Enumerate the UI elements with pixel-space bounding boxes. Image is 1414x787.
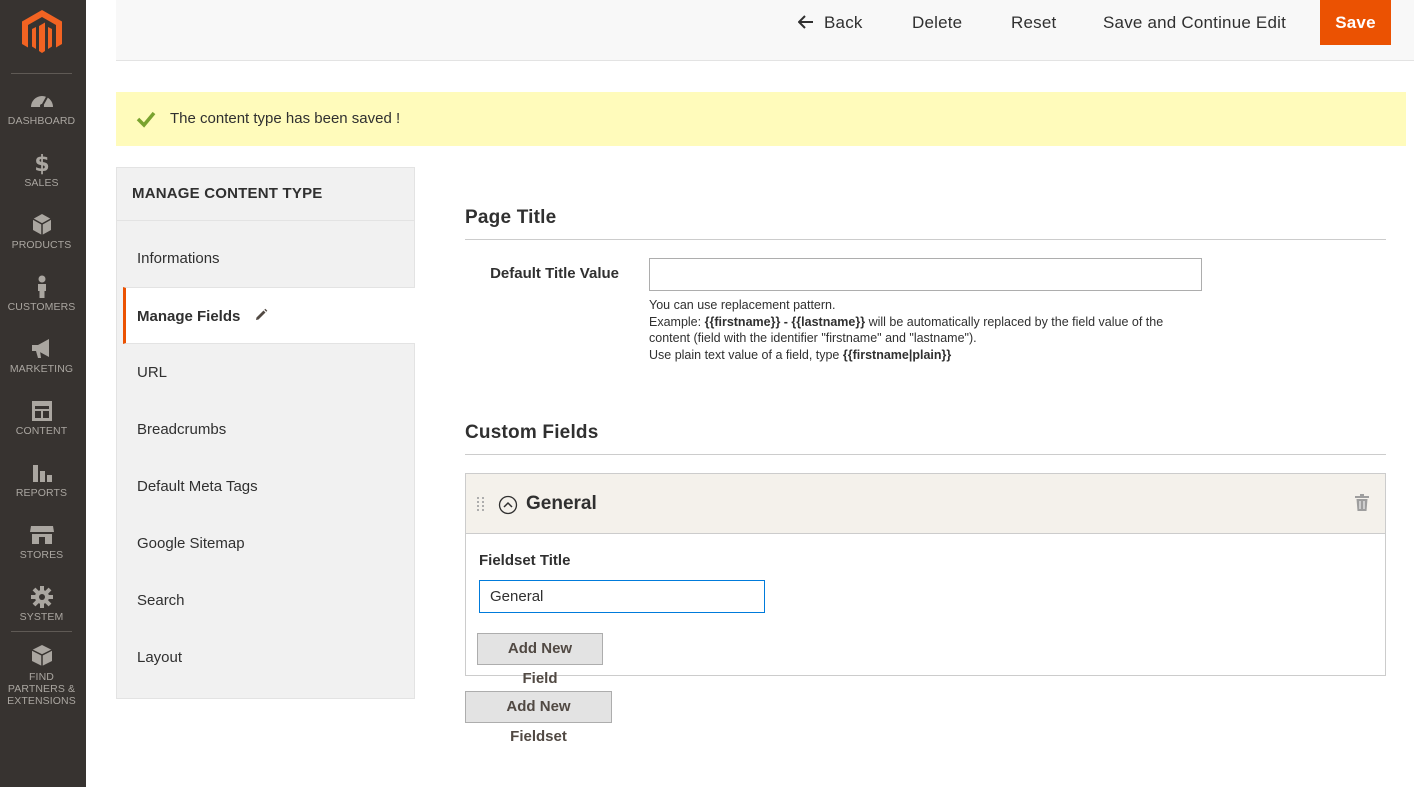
add-new-fieldset-button[interactable]: Add New Fieldset xyxy=(465,691,612,745)
tab-search[interactable]: Search xyxy=(117,572,414,629)
arrow-left-icon xyxy=(798,15,813,29)
storefront-icon xyxy=(29,526,54,544)
dashboard-icon xyxy=(30,96,53,108)
menu-label: CONTENT xyxy=(15,425,68,437)
menu-item-sales[interactable]: $ SALES xyxy=(0,150,83,189)
checkmark-icon xyxy=(136,111,156,128)
tab-breadcrumbs[interactable]: Breadcrumbs xyxy=(117,401,414,458)
tab-google-sitemap[interactable]: Google Sitemap xyxy=(117,515,414,572)
svg-text:$: $ xyxy=(34,152,49,176)
admin-menu: DASHBOARD $ SALES PRODUCTS CUSTOMERS MAR… xyxy=(0,0,86,787)
menu-item-content[interactable]: CONTENT xyxy=(0,398,83,437)
menu-item-products[interactable]: PRODUCTS xyxy=(0,212,83,251)
tab-label: Layout xyxy=(137,649,183,666)
menu-label: DASHBOARD xyxy=(7,115,76,127)
tab-informations[interactable]: Informations xyxy=(117,230,414,287)
delete-button[interactable]: Delete xyxy=(912,0,962,45)
save-and-continue-button[interactable]: Save and Continue Edit xyxy=(1103,0,1286,45)
manage-content-type-tabs: MANAGE CONTENT TYPE Informations Manage … xyxy=(116,167,415,699)
drag-handle-icon[interactable] xyxy=(476,496,486,512)
replacement-pattern-note: You can use replacement pattern. Example… xyxy=(649,297,1194,363)
fieldset-title-label: Fieldset Title xyxy=(479,552,571,569)
page-title-heading: Page Title xyxy=(465,207,557,228)
menu-label: CUSTOMERS xyxy=(7,301,76,313)
menu-label: MARKETING xyxy=(9,363,74,375)
fieldset-name: General xyxy=(526,493,597,514)
tab-label: Google Sitemap xyxy=(137,535,245,552)
menu-item-find-partners[interactable]: FIND PARTNERS & EXTENSIONS xyxy=(0,643,83,707)
section-divider xyxy=(465,239,1386,240)
bar-chart-icon xyxy=(32,465,52,482)
pencil-icon xyxy=(256,308,268,320)
note-example: Example: {{firstname}} - {{lastname}} wi… xyxy=(649,314,1194,347)
menu-divider xyxy=(11,631,72,632)
tab-label: Default Meta Tags xyxy=(137,478,258,495)
menu-item-dashboard[interactable]: DASHBOARD xyxy=(0,88,83,127)
tabs-title: MANAGE CONTENT TYPE xyxy=(132,185,323,202)
cube-icon xyxy=(31,645,52,666)
magento-logo-icon[interactable] xyxy=(22,10,62,54)
fieldset-general: General Fieldset Title Add New Field xyxy=(465,473,1386,687)
default-title-input[interactable] xyxy=(649,258,1202,291)
note-text: Example: xyxy=(649,314,705,329)
menu-label: REPORTS xyxy=(15,487,68,499)
custom-fields-heading: Custom Fields xyxy=(465,422,599,443)
fieldset-title-input[interactable] xyxy=(479,580,765,613)
layout-icon xyxy=(31,401,52,421)
menu-item-marketing[interactable]: MARKETING xyxy=(0,336,83,375)
tab-default-meta-tags[interactable]: Default Meta Tags xyxy=(117,458,414,515)
menu-divider xyxy=(11,73,72,74)
divider xyxy=(117,220,414,221)
trash-icon[interactable] xyxy=(1354,494,1370,512)
person-icon xyxy=(37,275,46,298)
page-actions-bar: Back Delete Reset Save and Continue Edit… xyxy=(116,0,1414,61)
success-message: The content type has been saved ! xyxy=(116,92,1406,146)
menu-item-customers[interactable]: CUSTOMERS xyxy=(0,274,83,313)
note-plain: Use plain text value of a field, type {{… xyxy=(649,347,1194,364)
reset-button[interactable]: Reset xyxy=(1011,0,1056,45)
menu-label: FIND PARTNERS & EXTENSIONS xyxy=(7,671,76,707)
note-line: You can use replacement pattern. xyxy=(649,298,836,312)
fieldset-header[interactable]: General xyxy=(466,474,1385,534)
menu-label: SYSTEM xyxy=(19,611,64,623)
menu-item-system[interactable]: SYSTEM xyxy=(0,584,83,623)
note-code: {{firstname|plain}} xyxy=(842,347,952,362)
collapse-chevron-icon[interactable] xyxy=(498,495,518,515)
megaphone-icon xyxy=(31,339,49,358)
section-divider xyxy=(465,454,1386,455)
box-icon xyxy=(32,214,51,235)
note-code: {{firstname}} - {{lastname}} xyxy=(704,314,866,329)
menu-label: PRODUCTS xyxy=(11,239,72,251)
message-text: The content type has been saved ! xyxy=(170,110,401,127)
back-button[interactable]: Back xyxy=(798,0,863,45)
menu-label: SALES xyxy=(24,177,59,189)
tab-label: Search xyxy=(137,592,185,609)
tab-manage-fields[interactable]: Manage Fields xyxy=(123,287,415,344)
add-new-field-button[interactable]: Add New Field xyxy=(477,633,603,687)
tab-label: URL xyxy=(137,364,168,381)
dollar-icon: $ xyxy=(34,152,49,176)
tab-label: Manage Fields xyxy=(137,308,241,325)
note-text: Use plain text value of a field, type xyxy=(649,347,843,362)
gear-icon xyxy=(30,586,53,608)
tab-url[interactable]: URL xyxy=(117,344,414,401)
save-button[interactable]: Save xyxy=(1320,0,1391,45)
menu-label: STORES xyxy=(19,549,64,561)
tab-label: Informations xyxy=(137,250,220,267)
tab-label: Breadcrumbs xyxy=(137,421,227,438)
tab-layout[interactable]: Layout xyxy=(117,629,414,686)
default-title-label: Default Title Value xyxy=(490,265,619,282)
menu-item-stores[interactable]: STORES xyxy=(0,522,83,561)
menu-item-reports[interactable]: REPORTS xyxy=(0,460,83,499)
back-label: Back xyxy=(824,13,863,32)
